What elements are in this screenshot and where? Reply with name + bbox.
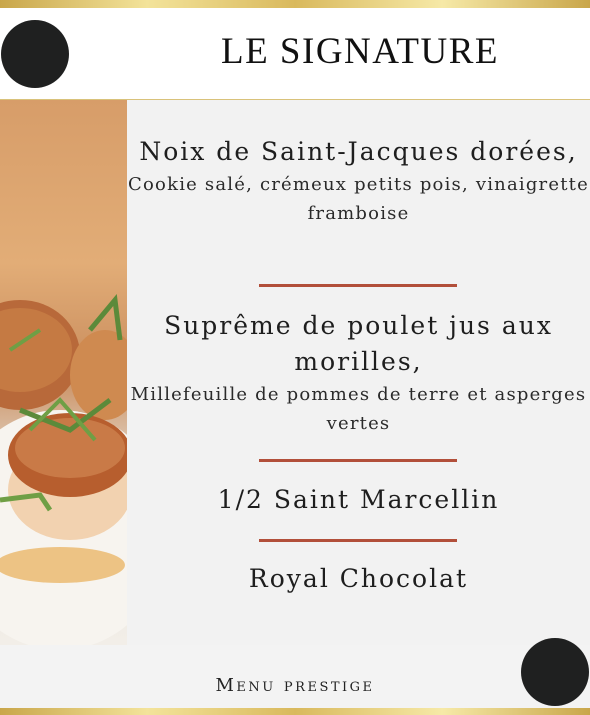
separator-line (259, 539, 457, 542)
dish-name: Suprême de poulet jus aux morilles, (164, 311, 553, 376)
dish-2: Suprême de poulet jus aux morilles, Mill… (127, 308, 590, 438)
separator-line (259, 459, 457, 462)
decorative-dot-top (1, 20, 69, 88)
separator-line (259, 284, 457, 287)
dish-description: Cookie salé, crémeux petits pois, vinaig… (128, 174, 589, 224)
footer-label: Menu prestige (215, 675, 375, 696)
dish-description: Millefeuille de pommes de terre et asper… (130, 384, 587, 434)
top-gold-border (0, 0, 590, 8)
dish-name: Royal Chocolat (248, 564, 469, 593)
bottom-gold-border (0, 708, 590, 715)
dish-name: 1/2 Saint Marcellin (217, 485, 500, 514)
dish-4: Royal Chocolat (127, 561, 590, 597)
dish-3: 1/2 Saint Marcellin (127, 482, 590, 518)
scallops-illustration (0, 293, 127, 645)
menu-panel: Noix de Saint-Jacques dorées, Cookie sal… (127, 100, 590, 645)
scallops-photo (0, 100, 127, 645)
dish-1: Noix de Saint-Jacques dorées, Cookie sal… (127, 134, 590, 228)
dish-name: Noix de Saint-Jacques dorées, (139, 137, 578, 166)
page-title: LE SIGNATURE (220, 31, 499, 72)
decorative-dot-bottom (521, 638, 589, 706)
